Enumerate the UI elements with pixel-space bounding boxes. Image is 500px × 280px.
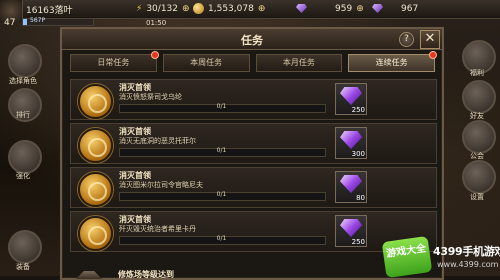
stamina-value: 30/132 [146, 3, 178, 14]
tab-weekly[interactable]: 本周任务 [162, 54, 250, 72]
quest-progress-text: 0/1 [216, 235, 227, 242]
player-name: 16163落叶 [26, 6, 73, 16]
tab-label: 本周任务 [190, 58, 223, 67]
stamina-display[interactable]: ⚡ 30/132 ⊕ [136, 2, 190, 15]
tab-label: 连续任务 [375, 58, 408, 67]
quest-row[interactable]: 消灭首领 消灭无底洞的恶灵托菲尔 0/1 300 [70, 123, 437, 164]
purple-gem-icon [340, 87, 362, 105]
quest-description: 消灭无底洞的恶灵托菲尔 [119, 137, 196, 145]
reward-amount: 300 [351, 150, 365, 158]
notification-dot [429, 51, 437, 59]
guild-button[interactable] [462, 120, 496, 154]
side-label-left-3: 装备 [16, 263, 30, 271]
xp-fill [23, 19, 28, 25]
reward-amount: 250 [351, 238, 365, 246]
quest-row-partial[interactable]: 修炼场等级达到 [70, 270, 435, 280]
side-label-left-0: 选择角色 [9, 77, 37, 85]
quest-description: 消灭愤怒祭司戈乌纶 [119, 93, 182, 101]
quest-description: 消灭图米尔拉司令官略尼夫 [119, 181, 203, 189]
game-background: 16163落叶 ⚡ 30/132 ⊕ 1,553,078 ⊕ 959 ⊕ 967… [0, 0, 500, 280]
diamond-icon [372, 4, 383, 13]
tab-daily[interactable]: 日常任务 [70, 51, 159, 72]
quest-tabs: 日常任务 本周任务 本月任务 连续任务 [70, 51, 437, 72]
quest-progress-text: 0/1 [216, 147, 227, 154]
gem-value-b: 967 [401, 3, 419, 14]
quest-description: 歼灭毁灭统治者希里卡丹 [119, 225, 196, 233]
boss-medal-icon [78, 216, 113, 251]
enhance-button[interactable] [8, 140, 42, 174]
gem-display-a[interactable]: 959 ⊕ [296, 2, 364, 15]
side-label-right-3: 设置 [470, 193, 484, 201]
side-label-left-2: 强化 [16, 172, 30, 180]
gold-value: 1,553,078 [208, 3, 254, 14]
watermark-logo: 游戏大全 4399手机游戏网 www.4399.com [381, 235, 500, 279]
boss-medal-icon [78, 172, 113, 207]
gold-coin-icon [193, 3, 204, 14]
purple-gem-icon [340, 131, 362, 149]
player-level: 47 [4, 18, 16, 28]
quest-progress-text: 0/1 [216, 103, 227, 110]
dialog-header: 任务 ? ✕ [62, 29, 442, 50]
top-hud-bar: 16163落叶 ⚡ 30/132 ⊕ 1,553,078 ⊕ 959 ⊕ 967 [0, 0, 500, 22]
training-ground-icon [76, 271, 102, 279]
quest-progress-text: 0/1 [216, 191, 227, 198]
plus-icon[interactable]: ⊕ [356, 4, 364, 14]
tab-label: 日常任务 [97, 58, 130, 67]
tab-monthly[interactable]: 本月任务 [255, 54, 343, 72]
watermark-badge: 游戏大全 [381, 235, 433, 279]
purple-gem-icon [296, 4, 307, 13]
close-button[interactable]: ✕ [420, 30, 440, 49]
select-character-button[interactable] [8, 44, 42, 78]
xp-text: 567P [30, 17, 46, 24]
timer-text: 01:50 [146, 19, 167, 27]
purple-gem-icon [340, 175, 362, 193]
reward-slot[interactable]: 250 [335, 215, 367, 247]
equipment-button[interactable] [8, 230, 42, 264]
plus-icon[interactable]: ⊕ [258, 4, 266, 14]
plus-icon[interactable]: ⊕ [182, 4, 190, 14]
side-label-left-1: 排行 [16, 111, 30, 119]
gem-display-b[interactable]: 967 [372, 2, 418, 15]
quest-title: 修炼场等级达到 [118, 270, 174, 279]
dialog-title: 任务 [241, 34, 263, 47]
watermark-badge-text: 游戏大全 [385, 243, 427, 260]
reward-slot[interactable]: 250 [335, 83, 367, 115]
quest-row[interactable]: 消灭首领 消灭图米尔拉司令官略尼夫 0/1 80 [70, 167, 437, 208]
side-label-right-0: 福利 [470, 69, 484, 77]
tab-continuous[interactable]: 连续任务 [348, 51, 437, 72]
notification-dot [150, 51, 159, 59]
watermark-url: www.4399.com [437, 260, 499, 269]
gold-display[interactable]: 1,553,078 ⊕ [193, 2, 265, 15]
reward-amount: 80 [356, 194, 365, 202]
stamina-icon: ⚡ [136, 3, 143, 14]
reward-slot[interactable]: 300 [335, 127, 367, 159]
settings-button[interactable] [462, 160, 496, 194]
boss-medal-icon [78, 128, 113, 163]
friends-button[interactable] [462, 80, 496, 114]
gem-value-a: 959 [335, 3, 353, 14]
help-button[interactable]: ? [399, 32, 414, 47]
watermark-brand: 4399手机游戏网 [433, 245, 500, 258]
tab-label: 本月任务 [282, 58, 315, 67]
reward-amount: 250 [351, 106, 365, 114]
quest-row[interactable]: 消灭首领 消灭愤怒祭司戈乌纶 0/1 250 [70, 79, 437, 120]
reward-slot[interactable]: 80 [335, 171, 367, 203]
purple-gem-icon [340, 219, 362, 237]
boss-medal-icon [78, 84, 113, 119]
